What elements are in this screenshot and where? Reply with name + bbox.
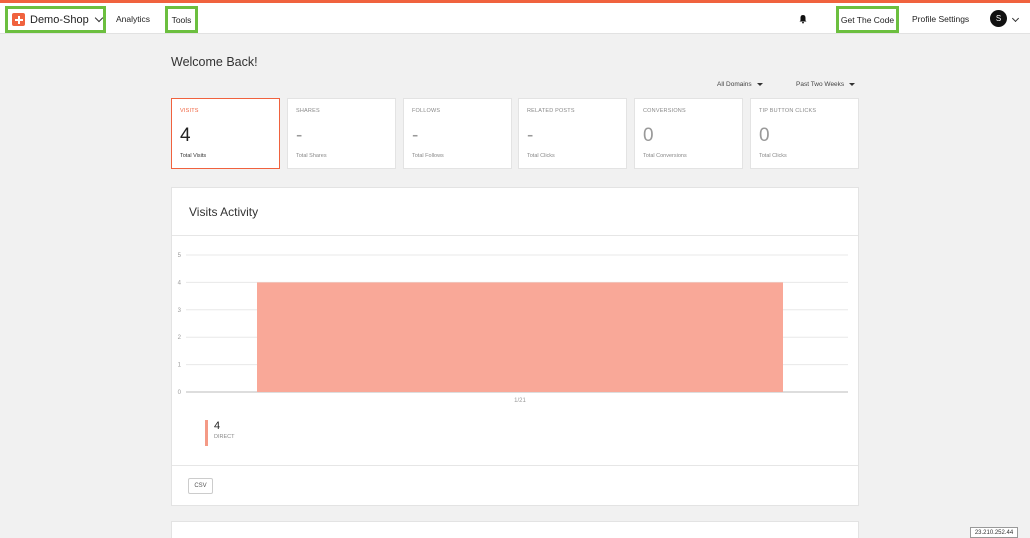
stat-subtitle: Total Visits (180, 153, 207, 159)
legend-label: DIRECT (214, 434, 235, 440)
y-tick-label: 1 (178, 363, 182, 369)
stat-title: FOLLOWS (412, 108, 441, 114)
area-mark-direct (257, 282, 783, 392)
user-avatar[interactable]: S (990, 10, 1007, 27)
stat-card-tip-button-clicks[interactable]: TIP BUTTON CLICKS 0 Total Clicks (750, 98, 859, 169)
stat-title: SHARES (296, 108, 320, 114)
page-title: Welcome Back! (171, 55, 258, 69)
y-tick-label: 0 (178, 390, 182, 396)
y-tick-label: 4 (178, 280, 182, 286)
domain-filter-dropdown[interactable]: All Domains (717, 81, 763, 88)
stat-title: RELATED POSTS (527, 108, 575, 114)
domain-filter-label: All Domains (717, 81, 752, 88)
stat-card-follows[interactable]: FOLLOWS - Total Follows (403, 98, 512, 169)
stat-value: 4 (180, 125, 191, 146)
divider (172, 235, 858, 236)
notification-bell-icon[interactable] (798, 14, 808, 24)
chart-legend-direct: 4 DIRECT (205, 420, 234, 446)
stat-subtitle: Total Clicks (759, 153, 787, 159)
ip-address-badge: 23.210.252.44 (970, 527, 1018, 538)
stat-card-conversions[interactable]: CONVERSIONS 0 Total Conversions (634, 98, 743, 169)
stat-value: - (296, 125, 303, 146)
x-tick-label: 1/21 (514, 398, 526, 404)
stat-title: VISITS (180, 108, 199, 114)
legend-value: 4 (214, 420, 221, 432)
y-tick-label: 2 (178, 335, 182, 341)
stat-subtitle: Total Clicks (527, 153, 555, 159)
period-filter-dropdown[interactable]: Past Two Weeks (796, 81, 856, 88)
stat-title: TIP BUTTON CLICKS (759, 108, 817, 114)
stat-value: 0 (643, 125, 654, 146)
chevron-down-icon (94, 13, 103, 23)
brand-logo-icon (12, 13, 25, 26)
csv-export-button[interactable]: CSV (188, 478, 213, 494)
card-title: Visits Activity (189, 205, 259, 219)
user-menu-chevron-icon[interactable] (1011, 14, 1020, 23)
y-tick-label: 3 (178, 308, 182, 314)
stat-value: 0 (759, 125, 770, 146)
stat-value: - (412, 125, 419, 146)
stat-title: CONVERSIONS (643, 108, 686, 114)
site-name: Demo-Shop (30, 13, 89, 26)
visits-activity-chart: 0 1 2 3 4 5 1/21 (178, 253, 848, 404)
stat-card-related-posts[interactable]: RELATED POSTS - Total Clicks (518, 98, 627, 169)
visits-activity-card: Visits Activity 0 1 2 3 4 5 1/21 4 DIRECT CSV (171, 187, 859, 506)
divider (172, 465, 858, 466)
top-navbar: Demo-Shop Analytics Tools Get The Code P… (0, 0, 1030, 34)
y-tick-label: 5 (178, 253, 182, 259)
stat-subtitle: Total Follows (412, 153, 444, 159)
secondary-card (171, 521, 859, 538)
stat-value: - (527, 125, 534, 146)
nav-tools[interactable]: Tools (165, 6, 198, 33)
caret-down-icon (849, 83, 856, 86)
stat-card-shares[interactable]: SHARES - Total Shares (287, 98, 396, 169)
stat-card-visits[interactable]: VISITS 4 Total Visits (171, 98, 280, 169)
nav-profile-settings[interactable]: Profile Settings (912, 3, 969, 34)
site-switcher[interactable]: Demo-Shop (5, 6, 106, 33)
nav-get-the-code[interactable]: Get The Code (836, 6, 899, 33)
nav-analytics[interactable]: Analytics (116, 3, 150, 34)
stat-subtitle: Total Shares (296, 153, 327, 159)
caret-down-icon (756, 83, 763, 86)
stat-subtitle: Total Conversions (643, 153, 687, 159)
period-filter-label: Past Two Weeks (796, 81, 845, 88)
